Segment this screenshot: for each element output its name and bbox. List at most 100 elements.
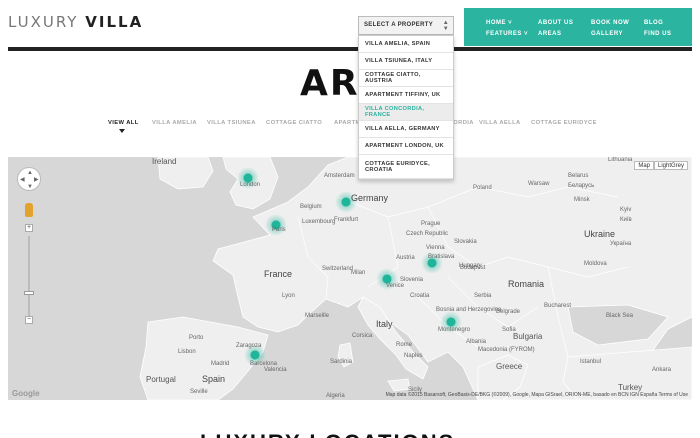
nav-item-home[interactable]: HOME ˅ (486, 18, 528, 29)
zoom-slider-track[interactable] (28, 236, 30, 316)
zoom-in-button[interactable]: + (25, 224, 33, 232)
map[interactable]: Ireland London Paris France Germany Belgium Lu… (8, 157, 692, 400)
map-place-label: Porto (189, 335, 204, 341)
property-select[interactable]: SELECT A PROPERTY ▲ ▼ (358, 16, 454, 35)
map-place-label: Montenegro (438, 327, 471, 333)
property-option[interactable]: COTTAGE EURIDYCE, CROATIA (359, 155, 453, 179)
filter-tab[interactable]: COTTAGE CIATTO (266, 120, 322, 126)
map-place-label: Black Sea (606, 313, 634, 319)
filter-tab[interactable]: VIEW ALL (108, 120, 139, 126)
nav-item-gallery[interactable]: GALLERY (591, 29, 629, 40)
select-arrows-icon: ▲ ▼ (442, 20, 449, 32)
filter-tab[interactable]: VILLA TSIUNEA (207, 120, 256, 126)
nav-column-3: BOOK NOW GALLERY (591, 18, 629, 40)
map-place-label: Macedonia (FYROM) (478, 347, 535, 353)
property-select-label: SELECT A PROPERTY (364, 22, 433, 28)
map-place-label: Milan (351, 270, 366, 276)
property-option[interactable]: COTTAGE CIATTO, AUSTRIA (359, 70, 453, 87)
map-place-label: Ireland (152, 157, 177, 166)
map-place-label: Moldova (584, 261, 607, 267)
map-place-label: Luxembourg (302, 219, 336, 225)
pan-control[interactable]: ▲ ▼ ◀ ▶ (17, 167, 41, 191)
active-filter-caret-icon (119, 129, 125, 133)
zoom-out-button[interactable]: − (25, 316, 33, 324)
map-place-label: Warsaw (528, 181, 550, 187)
property-option[interactable]: APARTMENT TIFFINY, UK (359, 87, 453, 104)
map-place-label: Slovenia (400, 277, 424, 283)
map-place-label: Bulgaria (513, 332, 543, 341)
map-place-label: Czech Republic (406, 231, 449, 237)
map-place-label: Lyon (282, 293, 295, 299)
nav-item-areas[interactable]: AREAS (538, 29, 573, 40)
map-place-label: Valencia (264, 367, 287, 373)
filter-tab[interactable]: VILLA AELLA (479, 120, 521, 126)
nav-item-features[interactable]: FEATURES ˅ (486, 29, 528, 40)
map-place-label: Amsterdam (324, 173, 355, 179)
map-place-label: Belarus (568, 173, 589, 179)
map-place-label: Seville (190, 389, 208, 395)
map-place-label: Romania (508, 279, 545, 289)
map-place-label: Minsk (574, 197, 590, 203)
map-place-label: Kyiv (620, 207, 632, 213)
property-option[interactable]: VILLA CONCORDIA, FRANCE (359, 104, 453, 121)
pan-left-icon[interactable]: ◀ (20, 177, 25, 183)
pan-down-icon[interactable]: ▼ (27, 184, 33, 190)
page: LUXURY VILLA HOME ˅ FEATURES ˅ ABOUT US … (0, 0, 700, 438)
nav-item-book-now[interactable]: BOOK NOW (591, 18, 629, 29)
map-place-label: Greece (496, 362, 523, 371)
map-place-label: Belgrade (496, 309, 521, 315)
street-view-pegman-icon[interactable] (25, 203, 33, 217)
map-place-label: Spain (202, 374, 226, 384)
logo-light-text: LUXURY (8, 13, 79, 31)
property-option[interactable]: VILLA TSIUNEA, ITALY (359, 53, 453, 70)
map-place-label: Serbia (474, 293, 492, 299)
nav-item-find-us[interactable]: FIND US (644, 29, 672, 40)
pan-right-icon[interactable]: ▶ (34, 177, 39, 183)
logo-bold-text: VILLA (85, 13, 144, 31)
map-place-label: Turkey (618, 383, 643, 392)
map-attribution[interactable]: Map data ©2015 Basarsoft, GeoBasis-DE/BK… (386, 392, 688, 398)
nav-column-1: HOME ˅ FEATURES ˅ (486, 18, 528, 40)
filter-tab[interactable]: VILLA AMELIA (152, 120, 197, 126)
map-place-label: Paris (272, 227, 286, 233)
map-place-label: Croatia (410, 293, 430, 299)
map-place-label: Austria (396, 255, 415, 261)
map-place-label: Беларусь (568, 183, 595, 189)
map-place-label: Ankara (652, 367, 672, 373)
map-place-label: Belgium (300, 204, 322, 210)
site-logo[interactable]: LUXURY VILLA (8, 13, 143, 31)
map-place-label: Switzerland (322, 266, 354, 272)
map-place-label: Madrid (211, 361, 230, 367)
map-place-label: Slovakia (454, 239, 477, 245)
map-place-label: Corsica (352, 333, 373, 339)
main-nav: HOME ˅ FEATURES ˅ ABOUT US AREAS BOOK NO… (464, 8, 692, 46)
map-place-label: Frankfurt (334, 217, 359, 223)
filter-tab[interactable]: COTTAGE EURIDYCE (531, 120, 597, 126)
google-logo: Google (12, 389, 40, 398)
pan-up-icon[interactable]: ▲ (27, 170, 33, 176)
map-place-label: Україна (610, 241, 632, 247)
map-place-label: Lithuania (608, 157, 633, 163)
map-type-map-button[interactable]: Map (634, 161, 654, 170)
property-option[interactable]: APARTMENT LONDON, UK (359, 138, 453, 155)
map-place-label: Albania (466, 339, 487, 345)
section-title: LUXURY LOCATIONS (200, 430, 455, 438)
site-header: LUXURY VILLA HOME ˅ FEATURES ˅ ABOUT US … (0, 0, 700, 48)
map-place-label: Sofia (502, 327, 516, 333)
map-place-label: London (240, 182, 261, 188)
map-place-label: Bucharest (544, 303, 572, 309)
map-place-label: Algeria (326, 393, 345, 399)
map-place-label: Italy (376, 319, 393, 329)
nav-item-blog[interactable]: BLOG (644, 18, 672, 29)
map-place-label: Lisbon (178, 349, 196, 355)
map-type-lightgrey-button[interactable]: LightGrey (653, 161, 688, 170)
map-place-label: Budapest (460, 265, 486, 271)
nav-item-about-us[interactable]: ABOUT US (538, 18, 573, 29)
nav-column-4: BLOG FIND US (644, 18, 672, 40)
map-place-label: Ukraine (584, 229, 616, 239)
zoom-slider-handle[interactable] (24, 291, 34, 295)
property-option[interactable]: VILLA AELLA, GERMANY (359, 121, 453, 138)
property-option[interactable]: VILLA AMELIA, SPAIN (359, 36, 453, 53)
nav-column-2: ABOUT US AREAS (538, 18, 573, 40)
map-place-label: Rome (396, 342, 413, 348)
